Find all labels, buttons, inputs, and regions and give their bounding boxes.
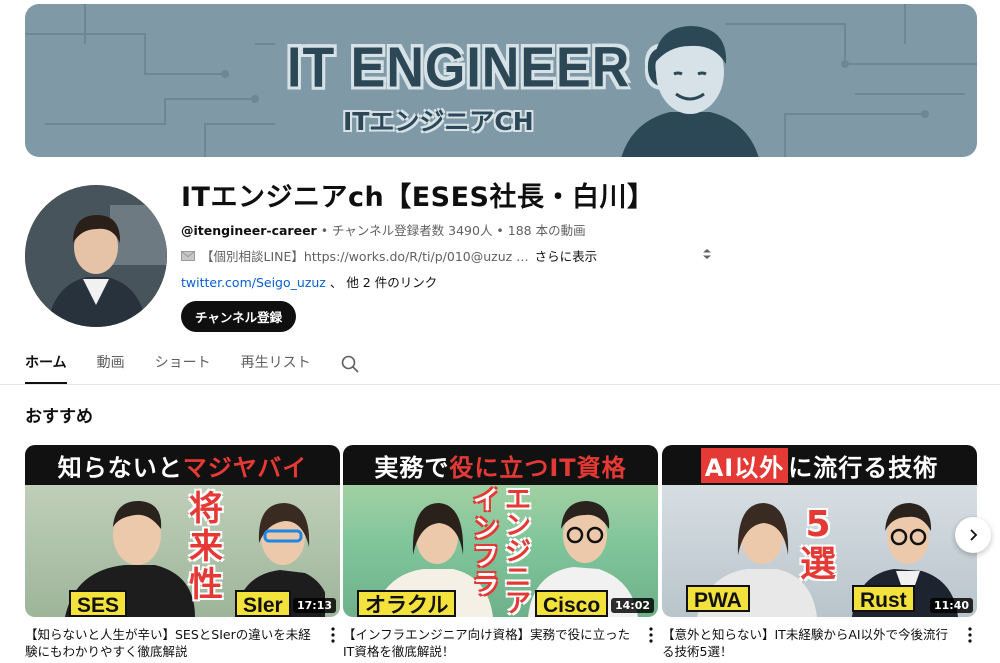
thumb-banner-text-white: 実務で xyxy=(374,453,450,482)
video-title[interactable]: 【インフラエンジニア向け資格】実務で役に立ったIT資格を徹底解説！ xyxy=(343,626,658,660)
video-thumbnail[interactable]: 知らないと マジヤバイ 将来性 SES SIer 17:13 xyxy=(25,445,340,617)
tab-home[interactable]: ホーム xyxy=(25,350,67,384)
channel-meta: @itengineer-career • チャンネル登録者数 3490人 • 1… xyxy=(181,220,586,239)
channel-description[interactable]: 【個別相談LINE】https://works.do/R/ti/p/010@uz… xyxy=(181,246,597,265)
video-title[interactable]: 【知らないと人生が辛い】SESとSIerの違いを未経験にもわかりやすく徹底解説 xyxy=(25,626,340,660)
thumb-banner-text-red: 役に立つIT資格 xyxy=(449,453,627,482)
thumb-side-text-a: インフラ xyxy=(472,486,499,600)
channel-links: twitter.com/Seigo_uzuz 、 他 2 件のリンク xyxy=(181,272,437,291)
carousel-next-button[interactable] xyxy=(955,517,991,553)
video-card[interactable]: 実務で 役に立つIT資格 インフラ エンジニア オラクル Cisco 14:02 … xyxy=(343,445,658,660)
thumb-banner: 知らないと マジヤバイ xyxy=(25,445,340,485)
video-card[interactable]: AI以外 に流行る技術 5選 PWA Rust 11:40 【意外と知らない】IT… xyxy=(662,445,977,660)
video-duration: 17:13 xyxy=(292,598,336,613)
channel-avatar[interactable] xyxy=(25,185,167,327)
subscribe-button[interactable]: チャンネル登録 xyxy=(181,301,297,332)
more-options-icon[interactable] xyxy=(963,626,977,644)
twitter-link[interactable]: twitter.com/Seigo_uzuz xyxy=(181,275,326,290)
thumb-tag-left: SES xyxy=(69,590,128,617)
thumb-banner-text-white: AI以外 xyxy=(700,447,789,483)
tab-shorts[interactable]: ショート xyxy=(155,350,211,384)
thumb-tag-right: Cisco xyxy=(535,590,609,617)
video-thumbnail[interactable]: 実務で 役に立つIT資格 インフラ エンジニア オラクル Cisco 14:02 xyxy=(343,445,658,617)
thumb-tag-left: PWA xyxy=(686,585,750,612)
thumb-banner-text-white: 知らないと xyxy=(57,453,183,482)
more-options-icon[interactable] xyxy=(326,626,340,644)
thumb-side-text: 将来性 xyxy=(189,489,223,605)
thumb-tag-left: オラクル xyxy=(357,590,457,617)
thumb-tag-right: SIer xyxy=(235,590,291,617)
channel-stats: • チャンネル登録者数 3490人 • 188 本の動画 xyxy=(316,223,586,238)
banner-subtitle: ITエンジニアCH xyxy=(343,107,534,136)
search-icon[interactable] xyxy=(341,355,359,373)
channel-name: ITエンジニアch【ESES社長・白川】 xyxy=(181,182,655,213)
thumb-banner: 実務で 役に立つIT資格 xyxy=(343,445,658,485)
thumb-side-text: 5選 xyxy=(799,504,836,585)
channel-banner: IT ENGINEER CH ITエンジニアCH xyxy=(25,4,977,157)
channel-handle: @itengineer-career xyxy=(181,223,317,238)
thumb-banner-text-red: に流行る技術 xyxy=(788,453,939,482)
tab-playlists[interactable]: 再生リスト xyxy=(241,350,311,384)
thumb-tag-right: Rust xyxy=(852,585,915,612)
description-text: 【個別相談LINE】https://works.do/R/ti/p/010@uz… xyxy=(201,249,529,264)
video-duration: 11:40 xyxy=(929,598,973,613)
thumb-banner: AI以外 に流行る技術 xyxy=(662,445,977,485)
show-more-link[interactable]: さらに表示 xyxy=(535,246,598,265)
tab-videos[interactable]: 動画 xyxy=(97,350,125,384)
tab-divider xyxy=(0,384,1000,385)
video-thumbnail[interactable]: AI以外 に流行る技術 5選 PWA Rust 11:40 xyxy=(662,445,977,617)
thumb-side-text-b: エンジニア xyxy=(504,485,531,617)
video-title[interactable]: 【意外と知らない】IT未経験からAI以外で今後流行る技術5選！ xyxy=(662,626,977,660)
other-links-link[interactable]: 、 他 2 件のリンク xyxy=(330,275,437,290)
video-duration: 14:02 xyxy=(610,598,654,613)
more-options-icon[interactable] xyxy=(644,626,658,644)
video-card[interactable]: 知らないと マジヤバイ 将来性 SES SIer 17:13 【知らないと人生が辛… xyxy=(25,445,340,660)
banner-person-illustration xyxy=(621,26,759,157)
channel-tabs: ホーム 動画 ショート 再生リスト xyxy=(25,350,359,384)
mail-icon xyxy=(181,250,195,261)
chevron-right-icon xyxy=(970,529,978,541)
expand-icon[interactable] xyxy=(700,247,714,261)
avatar-person xyxy=(25,185,167,327)
thumb-banner-text-red: マジヤバイ xyxy=(182,453,308,482)
section-title: おすすめ xyxy=(25,407,93,427)
